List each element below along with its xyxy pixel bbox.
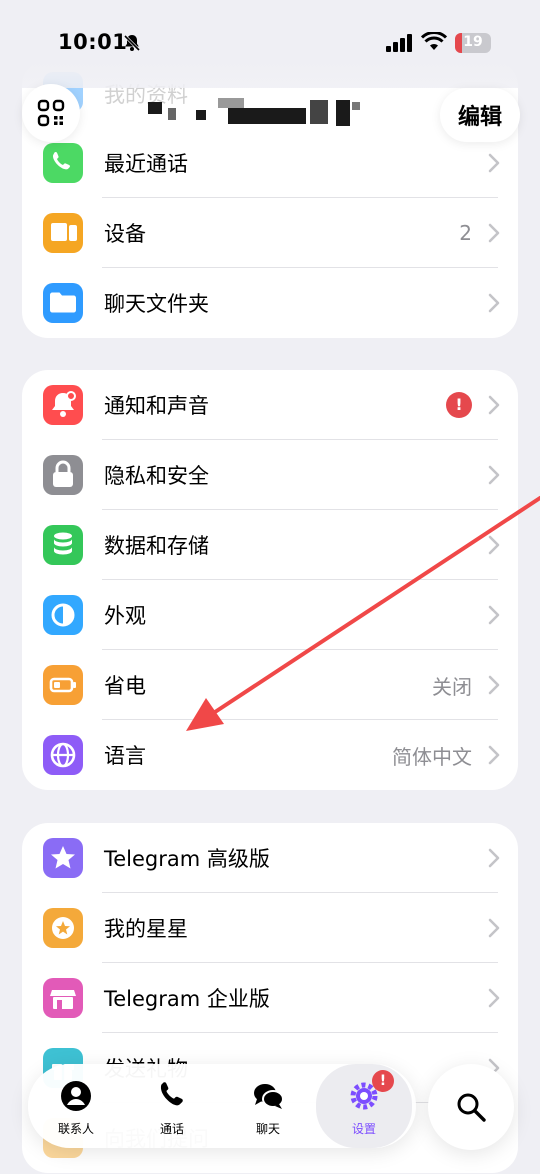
settings-row-phone[interactable]: 最近通话 [22, 128, 518, 198]
chevron-right-icon [488, 153, 500, 173]
settings-row-folder[interactable]: 聊天文件夹 [22, 268, 518, 338]
profile-name-obscured [100, 70, 360, 130]
bell-slash-icon [123, 34, 141, 52]
qr-code-button[interactable] [22, 84, 80, 142]
tab-bar: 联系人 通话 聊天 设置! [28, 1064, 416, 1148]
chevron-right-icon [488, 918, 500, 938]
search-button[interactable] [428, 1064, 514, 1150]
tab-phone[interactable]: 通话 [124, 1064, 220, 1148]
settings-row-label: Telegram 高级版 [104, 847, 270, 871]
star-icon [43, 838, 83, 878]
settings-row-label: Telegram 企业版 [104, 987, 270, 1011]
devices-icon [43, 213, 83, 253]
settings-row-globe[interactable]: 语言 简体中文 [22, 720, 518, 790]
tab-person[interactable]: 联系人 [28, 1064, 124, 1148]
battery-level: 19 [463, 34, 483, 50]
tab-label: 通话 [159, 1122, 184, 1136]
settings-row-label: 外观 [104, 604, 146, 628]
settings-row-value: 简体中文 [392, 744, 472, 769]
chevron-right-icon [488, 293, 500, 313]
chevron-right-icon [488, 988, 500, 1008]
settings-group-preferences: 通知和声音! 隐私和安全数据和存储外观省电 关闭语言 简体中文 [22, 370, 518, 790]
settings-row-star-coin[interactable]: 我的星星 [22, 893, 518, 963]
chat-bubbles-icon [254, 1084, 284, 1109]
settings-row-label: 聊天文件夹 [104, 292, 209, 316]
tab-chat-bubbles[interactable]: 聊天 [220, 1064, 316, 1148]
folder-icon [43, 283, 83, 323]
tab-label: 聊天 [255, 1122, 280, 1136]
tab-label: 设置 [351, 1122, 376, 1136]
settings-row-label: 语言 [104, 744, 146, 768]
chevron-right-icon [488, 223, 500, 243]
battery-icon: 19 [455, 33, 491, 53]
wifi-icon [421, 32, 447, 50]
settings-row-appearance[interactable]: 外观 [22, 580, 518, 650]
settings-row-store[interactable]: Telegram 企业版 [22, 963, 518, 1033]
settings-row-label: 省电 [104, 674, 146, 698]
person-icon [61, 1081, 91, 1111]
signal-icon [386, 34, 412, 52]
search-icon [457, 1093, 486, 1122]
store-icon [43, 978, 83, 1018]
chevron-right-icon [488, 605, 500, 625]
settings-row-label: 数据和存储 [104, 534, 209, 558]
lock-icon [43, 455, 83, 495]
settings-row-value: 2 [459, 221, 472, 245]
settings-row-bell[interactable]: 通知和声音! [22, 370, 518, 440]
tab-badge: ! [372, 1070, 394, 1092]
qr-code-icon [37, 99, 65, 127]
settings-row-label: 设备 [104, 222, 146, 246]
settings-row-label: 通知和声音 [104, 394, 209, 418]
chevron-right-icon [488, 465, 500, 485]
settings-row-label: 隐私和安全 [104, 464, 209, 488]
chevron-right-icon [488, 395, 500, 415]
appearance-icon [43, 595, 83, 635]
phone-icon [43, 143, 83, 183]
bell-icon [43, 385, 83, 425]
settings-row-star[interactable]: Telegram 高级版 [22, 823, 518, 893]
database-icon [43, 525, 83, 565]
settings-row-label: 最近通话 [104, 152, 188, 176]
chevron-right-icon [488, 745, 500, 765]
globe-icon [43, 735, 83, 775]
settings-row-battery-saver[interactable]: 省电 关闭 [22, 650, 518, 720]
alert-badge: ! [446, 392, 472, 418]
status-time: 10:01 [58, 30, 128, 54]
settings-row-devices[interactable]: 设备 2 [22, 198, 518, 268]
tab-label: 联系人 [57, 1122, 94, 1136]
chevron-right-icon [488, 675, 500, 695]
settings-row-label: 我的星星 [104, 917, 188, 941]
edit-button[interactable]: 编辑 [440, 88, 520, 142]
battery-saver-icon [43, 665, 83, 705]
settings-row-lock[interactable]: 隐私和安全 [22, 440, 518, 510]
settings-row-database[interactable]: 数据和存储 [22, 510, 518, 580]
tab-gear[interactable]: 设置! [316, 1064, 412, 1148]
chevron-right-icon [488, 848, 500, 868]
star-coin-icon [43, 908, 83, 948]
chevron-right-icon [488, 535, 500, 555]
settings-row-value: 关闭 [432, 674, 472, 699]
phone-icon [160, 1082, 183, 1106]
